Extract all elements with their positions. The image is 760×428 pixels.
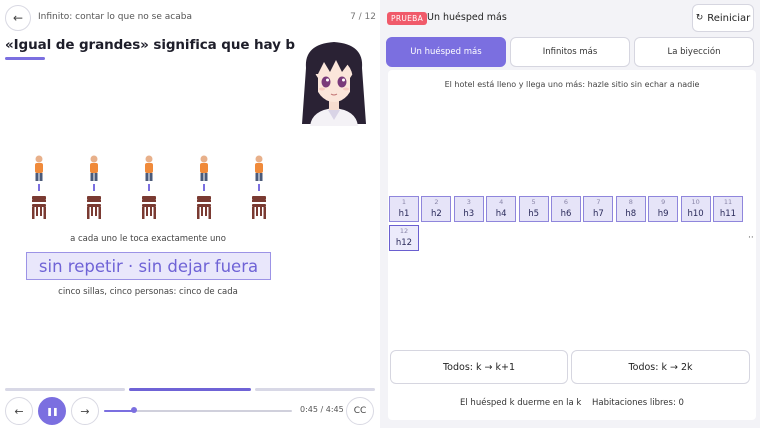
hotel-instruction: El hotel está lleno y llega uno más: haz… — [444, 80, 700, 89]
room-guest: h1 — [398, 209, 410, 219]
more-rooms-indicator: ·· — [748, 233, 754, 243]
playback-time: 0:45 / 4:45 — [300, 405, 344, 414]
room-guest: h5 — [528, 209, 539, 219]
caption-top: a cada uno le toca exactamente uno — [70, 234, 226, 244]
room-number: 6 — [563, 198, 569, 206]
cc-label: CC — [353, 406, 367, 416]
chair-icon — [87, 196, 101, 219]
tab-label: Infinitos más — [542, 47, 598, 57]
action-label: Todos: k → 2k — [628, 361, 693, 373]
hotel-room[interactable]: 1 h1 — [389, 196, 419, 222]
test-badge: PRUEBA — [387, 12, 428, 25]
hotel-room[interactable]: 12 h12 — [389, 225, 419, 251]
shift-plus-one-button[interactable]: Todos: k → k+1 — [390, 350, 568, 384]
pause-button[interactable]: ❚❚ — [38, 397, 66, 425]
previous-button[interactable]: ← — [5, 397, 33, 425]
room-number: 9 — [661, 198, 666, 206]
hotel-room[interactable]: 5 h5 — [518, 196, 549, 222]
reset-button[interactable]: ↻ Reiniciar — [692, 4, 754, 32]
room-number: 11 — [723, 198, 733, 206]
heading-underline — [5, 57, 45, 60]
room-guest: h4 — [495, 209, 507, 219]
chapter-progress-2[interactable] — [129, 388, 251, 391]
person-icon — [255, 155, 263, 181]
hotel-room[interactable]: 6 h6 — [551, 196, 581, 222]
reset-label: Reiniciar — [707, 12, 751, 24]
hotel-room[interactable]: 11 h11 — [713, 196, 743, 222]
room-number: 4 — [499, 198, 504, 206]
room-number: 7 — [596, 198, 601, 206]
playback-scrubber-fill — [104, 410, 135, 412]
arrow-right-icon: → — [80, 404, 90, 418]
room-guest: h11 — [719, 209, 737, 219]
hotel-room[interactable]: 8 h8 — [615, 196, 646, 222]
chapter-progress-1[interactable] — [5, 388, 125, 391]
room-guest: h6 — [560, 209, 572, 219]
pause-icon: ❚❚ — [46, 406, 58, 416]
tab-la-biyeccion[interactable]: La biyección — [634, 37, 754, 67]
hotel-room[interactable]: 2 h2 — [421, 196, 452, 222]
person-chair-pair — [138, 155, 160, 225]
hotel-room[interactable]: 4 h4 — [486, 196, 517, 222]
chair-icon — [197, 196, 211, 219]
lesson-title: Infinito: contar lo que no se acaba — [38, 12, 192, 22]
chair-icon — [252, 196, 266, 219]
room-number: 5 — [531, 198, 536, 206]
person-chair-pair — [248, 155, 270, 225]
lesson-panel: ← Infinito: contar lo que no se acaba 7 … — [0, 0, 380, 428]
room-guest: h10 — [687, 209, 704, 219]
arrow-left-icon: ← — [12, 11, 24, 25]
double-shift-button[interactable]: Todos: k → 2k — [571, 350, 750, 384]
playback-scrubber[interactable] — [104, 407, 292, 413]
hotel-room[interactable]: 3 h3 — [453, 196, 484, 222]
person-icon — [145, 155, 153, 181]
room-number: 12 — [399, 227, 409, 235]
captions-button[interactable]: CC — [346, 397, 374, 425]
person-chair-pair — [83, 155, 105, 225]
tab-un-huesped-mas[interactable]: Un huésped más — [386, 37, 506, 67]
person-icon — [200, 155, 208, 181]
caption-bottom: cinco sillas, cinco personas: cinco de c… — [58, 287, 238, 297]
person-chair-pair — [28, 155, 50, 225]
room-guest: h9 — [657, 209, 669, 219]
room-number: 3 — [466, 198, 471, 206]
room-number: 10 — [691, 198, 700, 206]
hotel-room[interactable]: 10 h10 — [680, 196, 711, 222]
chapter-progress-3[interactable] — [255, 388, 375, 391]
simulation-title: Un huésped más — [427, 12, 507, 23]
person-chair-pair — [193, 155, 215, 225]
arrow-left-icon: ← — [14, 404, 24, 418]
back-button[interactable]: ← — [5, 5, 31, 31]
chair-icon — [32, 196, 46, 219]
playback-scrubber-handle[interactable] — [131, 407, 138, 413]
hotel-room[interactable]: 9 h9 — [648, 196, 679, 222]
tab-infinitos-mas[interactable]: Infinitos más — [510, 37, 630, 67]
next-button[interactable]: → — [71, 397, 99, 425]
tab-label: La biyección — [667, 47, 721, 57]
room-guest: h8 — [625, 209, 637, 219]
room-guest: h12 — [395, 238, 413, 248]
room-number: 8 — [628, 198, 633, 206]
room-guest: h3 — [463, 209, 475, 219]
room-guest: h2 — [430, 209, 442, 219]
tab-label: Un huésped más — [410, 47, 482, 57]
room-number: 1 — [401, 198, 407, 206]
hotel-room[interactable]: 7 h7 — [583, 196, 614, 222]
action-label: Todos: k → k+1 — [442, 361, 516, 373]
page-counter: 7 / 12 — [350, 12, 376, 22]
app-root: ← Infinito: contar lo que no se acaba 7 … — [0, 0, 760, 428]
caption-highlight: sin repetir · sin dejar fuera — [26, 252, 271, 280]
chair-icon — [142, 196, 156, 219]
room-guest: h7 — [592, 209, 604, 219]
person-icon — [35, 155, 43, 181]
person-icon — [90, 155, 98, 181]
room-number: 2 — [434, 198, 439, 206]
reset-icon: ↻ — [695, 13, 704, 23]
status-free-rooms: Habitaciones libres: 0 — [592, 398, 684, 408]
status-rule: El huésped k duerme en la k — [460, 398, 582, 408]
narrator-avatar — [296, 38, 372, 126]
